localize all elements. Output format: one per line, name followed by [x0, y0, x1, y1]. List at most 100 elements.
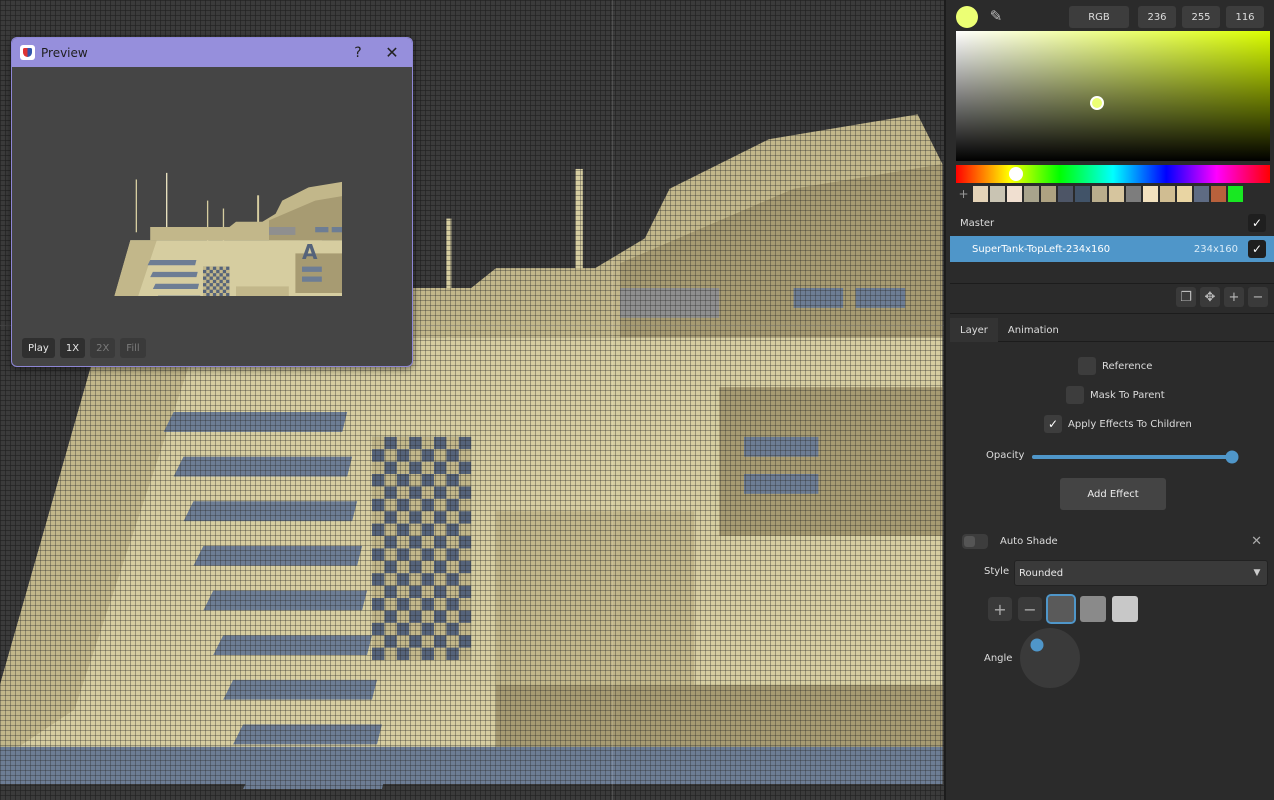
preview-title: Preview	[41, 45, 88, 60]
layer-name: Master	[960, 217, 995, 229]
move-layer-icon[interactable]: ✥	[1200, 287, 1220, 307]
palette-swatch[interactable]	[1194, 186, 1209, 202]
palette-swatch[interactable]	[1058, 186, 1073, 202]
tank-shape	[222, 293, 227, 296]
fill-button[interactable]: Fill	[120, 338, 146, 358]
current-color-swatch[interactable]	[956, 6, 978, 28]
tank-shape	[384, 523, 397, 536]
saturation-value-picker[interactable]	[956, 31, 1270, 161]
blue-value-field[interactable]: 116	[1226, 6, 1264, 28]
hue-slider-handle[interactable]	[1008, 167, 1023, 181]
add-effect-button[interactable]: Add Effect	[1060, 478, 1166, 510]
tank-shape	[219, 276, 223, 280]
play-button[interactable]: Play	[22, 338, 55, 358]
tank-shape	[384, 548, 397, 561]
sv-picker-handle[interactable]	[1090, 95, 1105, 110]
tank-shape	[744, 436, 819, 457]
red-value-field[interactable]: 236	[1138, 6, 1176, 28]
tank-shape	[203, 279, 207, 284]
palette-swatch[interactable]	[973, 186, 988, 202]
remove-layer-icon[interactable]: −	[1248, 287, 1268, 307]
shade-swatch[interactable]	[1112, 596, 1138, 622]
palette-swatch[interactable]	[1007, 186, 1022, 202]
tank-shape	[216, 293, 220, 296]
tank-shape	[434, 449, 447, 462]
palette-swatch[interactable]	[1160, 186, 1175, 202]
preview-titlebar[interactable]: Preview ? ✕	[12, 38, 412, 67]
tank-shape	[384, 449, 397, 462]
apply-effects-checkbox[interactable]: ✓	[1044, 415, 1062, 433]
tank-shape	[216, 286, 220, 290]
shade-swatch[interactable]	[1046, 594, 1076, 624]
angle-dial[interactable]	[1020, 628, 1080, 688]
add-layer-icon[interactable]: +	[1224, 287, 1244, 307]
layer-row-master[interactable]: Master ✓	[950, 210, 1274, 236]
duplicate-layer-icon[interactable]: ❐	[1176, 287, 1196, 307]
tank-shape	[193, 545, 363, 566]
tank-shape	[458, 523, 472, 536]
zoom-1x-button[interactable]: 1X	[59, 338, 86, 358]
preview-window[interactable]: Preview ? ✕ A Play 1X 2X Fill	[11, 37, 413, 367]
tab-layer[interactable]: Layer	[950, 318, 998, 342]
palette-swatch[interactable]	[1109, 186, 1124, 202]
angle-dial-handle[interactable]	[1030, 638, 1044, 652]
tank-shape	[372, 461, 385, 474]
tank-shape	[396, 486, 410, 499]
palette-swatch[interactable]	[1126, 186, 1141, 202]
tank-shape	[219, 283, 223, 287]
tank-shape	[209, 286, 213, 290]
palette-swatch[interactable]	[1211, 186, 1226, 202]
palette-swatch[interactable]	[1041, 186, 1056, 202]
auto-shade-toggle[interactable]	[962, 533, 988, 549]
close-button[interactable]: ✕	[372, 38, 412, 67]
tank-shape	[203, 286, 207, 290]
tank-shape	[434, 474, 447, 487]
tank-shape	[446, 461, 459, 474]
tank-shape	[434, 598, 447, 611]
eyedropper-icon[interactable]: ✎	[986, 6, 1006, 26]
green-value-field[interactable]: 255	[1182, 6, 1220, 28]
opacity-slider-handle[interactable]	[1225, 450, 1239, 464]
visibility-checkbox[interactable]: ✓	[1248, 214, 1266, 232]
add-shade-icon[interactable]: +	[988, 597, 1012, 621]
divider	[950, 283, 1274, 284]
tank-shape	[421, 635, 434, 648]
palette-swatch[interactable]	[1143, 186, 1158, 202]
shade-swatch[interactable]	[1080, 596, 1106, 622]
tank-shape	[384, 474, 397, 487]
preview-controls: Play 1X 2X Fill	[22, 338, 146, 358]
add-swatch-icon[interactable]: +	[956, 186, 971, 202]
help-button[interactable]: ?	[344, 38, 372, 67]
palette-swatch[interactable]	[990, 186, 1005, 202]
layer-row-selected[interactable]: SuperTank-TopLeft-234x160 234x160 ✓	[950, 236, 1274, 262]
tab-animation[interactable]: Animation	[998, 318, 1069, 342]
remove-effect-icon[interactable]: ✕	[1251, 534, 1262, 549]
mask-checkbox[interactable]	[1066, 386, 1084, 404]
zoom-2x-button[interactable]: 2X	[90, 338, 116, 358]
tank-shape	[458, 598, 472, 611]
visibility-checkbox[interactable]: ✓	[1248, 240, 1266, 258]
opacity-slider[interactable]	[1032, 450, 1239, 464]
palette-swatch[interactable]	[1024, 186, 1039, 202]
tank-shape	[458, 548, 472, 561]
palette-swatch[interactable]	[1075, 186, 1090, 202]
tank-shape	[396, 511, 410, 524]
style-dropdown[interactable]: Rounded ▼	[1014, 560, 1268, 586]
remove-shade-icon[interactable]: −	[1018, 597, 1042, 621]
reference-checkbox[interactable]	[1078, 357, 1096, 375]
tank-shape	[219, 289, 223, 293]
palette-swatch[interactable]	[1177, 186, 1192, 202]
tank-shape	[173, 456, 353, 477]
shade-swatches: + −	[988, 594, 1138, 624]
hue-slider[interactable]	[956, 165, 1270, 183]
apply-effects-option[interactable]: ✓ Apply Effects To Children	[1044, 415, 1192, 433]
palette-swatch[interactable]	[1092, 186, 1107, 202]
reference-option[interactable]: Reference	[1078, 357, 1152, 375]
tank-shape	[302, 266, 322, 272]
palette-swatch[interactable]	[1228, 186, 1243, 202]
tank-shape	[372, 610, 385, 623]
tank-shape	[233, 724, 382, 745]
color-mode-button[interactable]: RGB	[1069, 6, 1129, 28]
mask-option[interactable]: Mask To Parent	[1066, 386, 1165, 404]
tank-shape	[446, 610, 459, 623]
